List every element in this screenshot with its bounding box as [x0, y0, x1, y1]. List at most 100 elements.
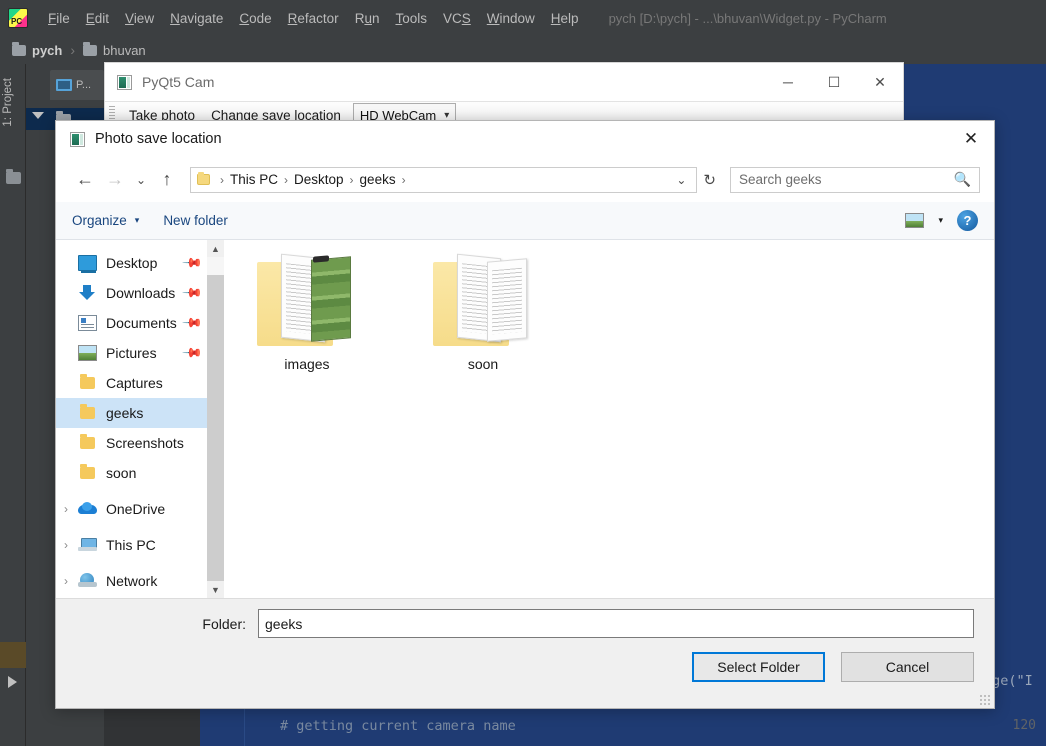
- select-folder-button[interactable]: Select Folder: [692, 652, 825, 682]
- dialog-main-area: Desktop 📌 Downloads 📌 Documents 📌 Pictur…: [56, 240, 994, 598]
- organize-button[interactable]: Organize: [72, 213, 127, 228]
- address-crumb-this-pc[interactable]: This PC: [230, 172, 278, 187]
- menu-item-edit[interactable]: Edit: [78, 11, 117, 26]
- pin-icon[interactable]: 📌: [181, 342, 203, 365]
- menu-item-vcs[interactable]: VCS: [435, 11, 479, 26]
- document-icon: [78, 315, 97, 331]
- folder-icon: [6, 169, 21, 184]
- photo-save-location-dialog[interactable]: Photo save location ✕ ← → ⌄ ↑ › This PC …: [55, 120, 995, 709]
- cam-window-controls: ─ ☐ ✕: [765, 63, 903, 101]
- scroll-down-icon[interactable]: ▼: [207, 581, 224, 598]
- navigation-pane-scrollbar[interactable]: ▲ ▼: [207, 240, 224, 598]
- chevron-right-icon[interactable]: ›: [64, 538, 68, 552]
- view-options-icon[interactable]: [905, 213, 925, 228]
- breadcrumb-separator: ›: [349, 172, 354, 187]
- dialog-footer: Folder: geeks Select Folder Cancel: [56, 598, 994, 708]
- menu-item-refactor[interactable]: Refactor: [280, 11, 347, 26]
- up-button[interactable]: ↑: [152, 165, 182, 195]
- back-button[interactable]: ←: [70, 165, 100, 195]
- chevron-right-icon[interactable]: ›: [64, 502, 68, 516]
- menu-item-code[interactable]: Code: [231, 11, 279, 26]
- ide-window-title: pych [D:\pych] - ...\bhuvan\Widget.py - …: [608, 10, 887, 26]
- file-item-images[interactable]: images: [242, 253, 372, 372]
- cam-window-title: PyQt5 Cam: [142, 74, 215, 90]
- breadcrumb-item-bhuvan[interactable]: bhuvan: [103, 43, 146, 58]
- app-icon: [70, 131, 85, 147]
- scroll-up-icon[interactable]: ▲: [207, 240, 224, 257]
- forward-button[interactable]: →: [100, 165, 130, 195]
- folder-icon: [80, 434, 95, 449]
- pin-icon[interactable]: 📌: [181, 312, 203, 335]
- sidebar-item-documents[interactable]: Documents 📌: [56, 308, 224, 338]
- tool-window-button-project[interactable]: 1: Project: [2, 78, 14, 127]
- play-icon[interactable]: [8, 676, 17, 688]
- new-folder-button[interactable]: New folder: [163, 213, 228, 228]
- file-list-view[interactable]: images soon: [224, 240, 994, 598]
- pin-icon[interactable]: 📌: [181, 252, 203, 275]
- help-icon[interactable]: ?: [957, 210, 978, 231]
- chevron-down-icon[interactable]: ▾: [938, 215, 943, 226]
- dialog-title-bar: Photo save location ✕: [56, 121, 994, 157]
- sidebar-item-desktop[interactable]: Desktop 📌: [56, 248, 224, 278]
- search-input[interactable]: Search geeks 🔍: [730, 166, 980, 193]
- maximize-button[interactable]: ☐: [811, 63, 857, 101]
- menu-item-window[interactable]: Window: [479, 11, 543, 26]
- download-icon: [78, 285, 97, 301]
- tool-strip-highlight: [0, 642, 26, 668]
- sidebar-item-pictures[interactable]: Pictures 📌: [56, 338, 224, 368]
- project-tab[interactable]: P...: [50, 70, 104, 100]
- sidebar-item-soon[interactable]: soon: [56, 458, 224, 488]
- resize-grip[interactable]: [980, 695, 990, 705]
- navigation-pane: Desktop 📌 Downloads 📌 Documents 📌 Pictur…: [56, 240, 224, 598]
- breadcrumb-separator: ›: [284, 172, 289, 187]
- folder-with-documents-icon: [431, 253, 535, 350]
- breadcrumb-separator: ›: [70, 42, 76, 58]
- pin-icon[interactable]: 📌: [181, 282, 203, 305]
- sidebar-item-label: Captures: [106, 375, 163, 391]
- minimize-button[interactable]: ─: [765, 63, 811, 101]
- sidebar-item-captures[interactable]: Captures: [56, 368, 224, 398]
- address-crumb-desktop[interactable]: Desktop: [294, 172, 344, 187]
- chevron-down-icon[interactable]: [32, 112, 44, 119]
- chevron-down-icon: ▾: [444, 109, 450, 121]
- close-button[interactable]: ✕: [857, 63, 903, 101]
- sidebar-item-this-pc[interactable]: › This PC: [56, 530, 224, 560]
- chevron-right-icon[interactable]: ›: [64, 574, 68, 588]
- sidebar-item-network[interactable]: › Network: [56, 566, 224, 596]
- address-bar[interactable]: › This PC › Desktop › geeks › ⌄: [190, 166, 698, 193]
- address-crumb-geeks[interactable]: geeks: [360, 172, 396, 187]
- network-icon: [78, 573, 97, 589]
- menu-item-view[interactable]: View: [117, 11, 162, 26]
- menu-item-run[interactable]: Run: [347, 11, 388, 26]
- recent-locations-button[interactable]: ⌄: [130, 165, 152, 195]
- breadcrumb-item-pych[interactable]: pych: [32, 43, 62, 58]
- sidebar-item-geeks[interactable]: geeks: [56, 398, 224, 428]
- sidebar-item-downloads[interactable]: Downloads 📌: [56, 278, 224, 308]
- scrollbar-thumb[interactable]: [207, 275, 224, 585]
- sidebar-item-onedrive[interactable]: › OneDrive: [56, 494, 224, 524]
- refresh-icon[interactable]: ↻: [697, 171, 722, 189]
- folder-icon: [80, 374, 95, 389]
- chevron-down-icon[interactable]: ▾: [135, 215, 140, 226]
- cam-title-bar: PyQt5 Cam ─ ☐ ✕: [105, 63, 903, 101]
- sidebar-item-screenshots[interactable]: Screenshots: [56, 428, 224, 458]
- sidebar-item-label: Documents: [106, 315, 177, 331]
- folder-icon: [12, 41, 26, 56]
- dialog-button-row: Select Folder Cancel: [692, 652, 974, 682]
- menu-item-file[interactable]: File: [40, 11, 78, 26]
- close-button[interactable]: ✕: [948, 121, 994, 157]
- pycharm-logo-icon: [8, 8, 28, 28]
- file-item-soon[interactable]: soon: [418, 253, 548, 372]
- editor-line-number: 120: [1012, 718, 1036, 733]
- ide-breadcrumb: pych › bhuvan: [0, 36, 1046, 64]
- menu-item-help[interactable]: Help: [543, 11, 587, 26]
- chevron-down-icon[interactable]: ⌄: [668, 173, 694, 187]
- sidebar-item-label: OneDrive: [106, 501, 166, 517]
- cancel-button[interactable]: Cancel: [841, 652, 974, 682]
- folder-name-input[interactable]: geeks: [258, 609, 974, 638]
- dialog-navigation-bar: ← → ⌄ ↑ › This PC › Desktop › geeks › ⌄ …: [56, 157, 994, 202]
- onedrive-icon: [78, 501, 97, 517]
- menu-item-navigate[interactable]: Navigate: [162, 11, 231, 26]
- sidebar-item-label: This PC: [106, 537, 156, 553]
- menu-item-tools[interactable]: Tools: [387, 11, 435, 26]
